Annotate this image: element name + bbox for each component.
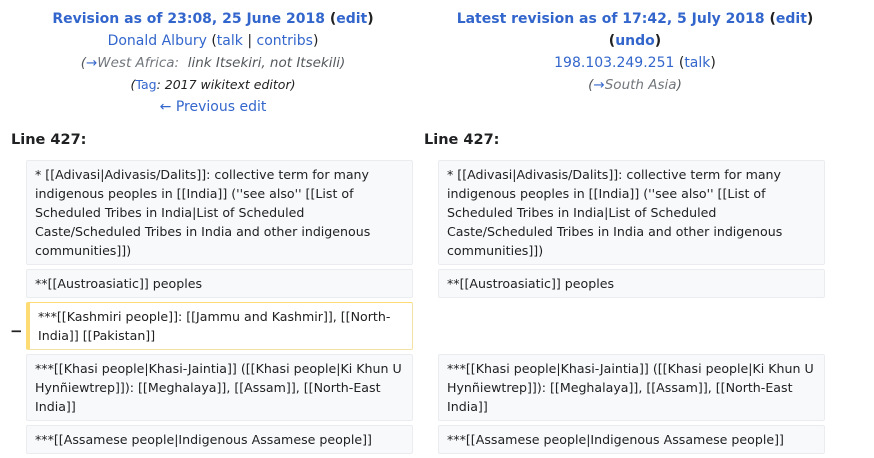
undo-line: (undo) xyxy=(608,33,662,49)
old-revision-comment: (→West Africa: link Itsekiri, not Itseki… xyxy=(80,55,346,71)
new-revision-title: Latest revision as of 17:42, 5 July 2018… xyxy=(456,11,814,27)
diff-context-left: ***[[Assamese people|Indigenous Assamese… xyxy=(26,425,413,454)
user-links-separator: | xyxy=(247,33,253,49)
diff-context-right: ***[[Assamese people|Indigenous Assamese… xyxy=(438,425,825,454)
old-revision-talk-link[interactable]: talk xyxy=(217,33,243,49)
old-revision-tags: (Tag: 2017 wikitext editor) xyxy=(130,77,296,92)
new-revision-ip-link[interactable]: 198.103.249.251 xyxy=(554,55,674,71)
old-revision-link[interactable]: Revision as of 23:08, 25 June 2018 xyxy=(52,11,325,27)
undo-link[interactable]: undo xyxy=(615,33,655,49)
diff-context-right: ***[[Khasi people|Khasi-Jaintia]] ([[Kha… xyxy=(438,354,825,421)
comment-section-name: South Asia xyxy=(604,77,677,93)
diff-context-left: **[[Austroasiatic]] peoples xyxy=(26,269,413,298)
right-line-number: Line 427: xyxy=(424,132,500,148)
new-revision-comment: (→South Asia) xyxy=(588,77,682,93)
new-revision-user-line: 198.103.249.251 (talk) xyxy=(554,55,716,71)
new-revision-header: Latest revision as of 17:42, 5 July 2018… xyxy=(430,8,840,96)
old-revision-edit-link[interactable]: edit xyxy=(336,11,367,27)
left-line-number: Line 427: xyxy=(11,132,87,148)
previous-edit-link[interactable]: ← Previous edit xyxy=(160,99,267,115)
comment-text: link Itsekiri, not Itsekili xyxy=(187,55,341,71)
new-revision-talk-link[interactable]: talk xyxy=(684,55,710,71)
diff-deleted-line: ***[[Kashmiri people]]: [[Jammu and Kash… xyxy=(26,302,413,350)
diff-context-right: **[[Austroasiatic]] peoples xyxy=(438,269,825,298)
new-revision-edit-link[interactable]: edit xyxy=(776,11,807,27)
old-revision-user-link[interactable]: Donald Albury xyxy=(108,33,207,49)
tag-link[interactable]: Tag xyxy=(135,77,156,92)
section-arrow-link[interactable]: → xyxy=(593,77,604,93)
old-revision-user-line: Donald Albury (talk | contribs) xyxy=(107,33,319,49)
diff-context-left: ***[[Khasi people|Khasi-Jaintia]] ([[Kha… xyxy=(26,354,413,421)
old-revision-title: Revision as of 23:08, 25 June 2018 (edit… xyxy=(52,11,374,27)
old-revision-header: Revision as of 23:08, 25 June 2018 (edit… xyxy=(8,8,418,118)
comment-section-name: West Africa: xyxy=(97,55,180,71)
diff-context-left: * [[Adivasi|Adivasis/Dalits]]: collectiv… xyxy=(26,160,413,265)
section-arrow-link[interactable]: → xyxy=(86,55,97,71)
new-revision-link[interactable]: Latest revision as of 17:42, 5 July 2018 xyxy=(457,11,765,27)
tag-value: 2017 wikitext editor xyxy=(164,77,291,92)
old-revision-contribs-link[interactable]: contribs xyxy=(257,33,313,49)
deleted-line-marker: − xyxy=(10,322,23,340)
diff-context-right: * [[Adivasi|Adivasis/Dalits]]: collectiv… xyxy=(438,160,825,265)
